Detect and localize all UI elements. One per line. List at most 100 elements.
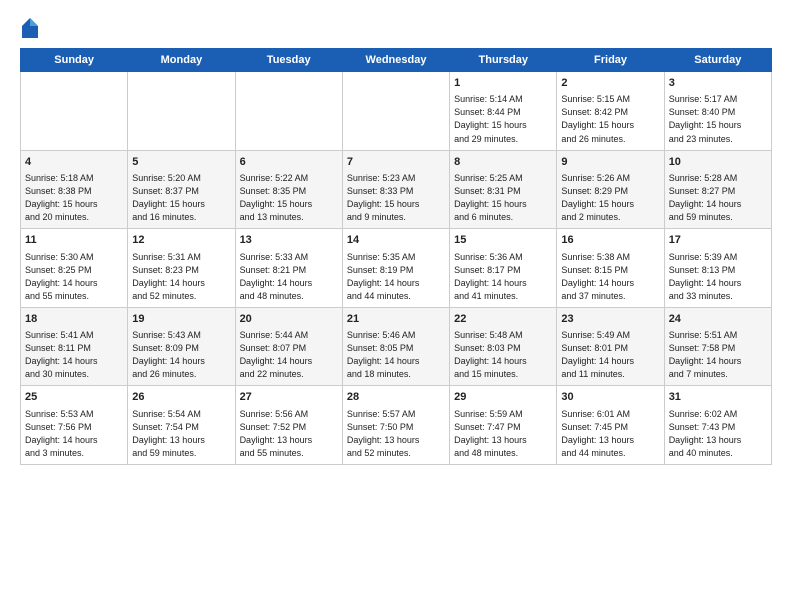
calendar-cell: 4 Sunrise: 5:18 AM Sunset: 8:38 PM Daylig…	[21, 150, 128, 229]
day-number: 25	[25, 390, 123, 405]
calendar-cell: 13 Sunrise: 5:33 AM Sunset: 8:21 PM Dayli…	[235, 229, 342, 308]
day-number: 17	[669, 233, 767, 248]
day-content: Sunrise: 5:38 AM Sunset: 8:15 PM Dayligh…	[561, 251, 659, 303]
day-number: 23	[561, 312, 659, 327]
day-number: 4	[25, 155, 123, 170]
day-number: 14	[347, 233, 445, 248]
calendar-cell: 29 Sunrise: 5:59 AM Sunset: 7:47 PM Dayli…	[450, 386, 557, 465]
day-number: 30	[561, 390, 659, 405]
day-number: 5	[132, 155, 230, 170]
calendar-cell	[21, 72, 128, 151]
day-content: Sunrise: 5:59 AM Sunset: 7:47 PM Dayligh…	[454, 408, 552, 460]
day-number: 28	[347, 390, 445, 405]
day-content: Sunrise: 5:35 AM Sunset: 8:19 PM Dayligh…	[347, 251, 445, 303]
day-content: Sunrise: 5:18 AM Sunset: 8:38 PM Dayligh…	[25, 172, 123, 224]
day-content: Sunrise: 5:54 AM Sunset: 7:54 PM Dayligh…	[132, 408, 230, 460]
calendar-cell: 10Sunrise: 5:28 AM Sunset: 8:27 PM Dayli…	[664, 150, 771, 229]
calendar-cell	[342, 72, 449, 151]
calendar-cell: 19Sunrise: 5:43 AM Sunset: 8:09 PM Dayli…	[128, 307, 235, 386]
day-number: 6	[240, 155, 338, 170]
calendar-cell	[235, 72, 342, 151]
day-header-saturday: Saturday	[664, 49, 771, 72]
day-content: Sunrise: 5:41 AM Sunset: 8:11 PM Dayligh…	[25, 329, 123, 381]
day-content: Sunrise: 5:33 AM Sunset: 8:21 PM Dayligh…	[240, 251, 338, 303]
day-content: Sunrise: 5:25 AM Sunset: 8:31 PM Dayligh…	[454, 172, 552, 224]
day-content: Sunrise: 5:30 AM Sunset: 8:25 PM Dayligh…	[25, 251, 123, 303]
days-header-row: SundayMondayTuesdayWednesdayThursdayFrid…	[21, 49, 772, 72]
day-content: Sunrise: 6:02 AM Sunset: 7:43 PM Dayligh…	[669, 408, 767, 460]
day-number: 3	[669, 76, 767, 91]
calendar-cell: 21 Sunrise: 5:46 AM Sunset: 8:05 PM Dayli…	[342, 307, 449, 386]
day-number: 15	[454, 233, 552, 248]
day-content: Sunrise: 5:23 AM Sunset: 8:33 PM Dayligh…	[347, 172, 445, 224]
calendar-cell: 17 Sunrise: 5:39 AM Sunset: 8:13 PM Dayli…	[664, 229, 771, 308]
day-header-sunday: Sunday	[21, 49, 128, 72]
day-number: 19	[132, 312, 230, 327]
calendar-cell: 2 Sunrise: 5:15 AM Sunset: 8:42 PM Daylig…	[557, 72, 664, 151]
day-content: Sunrise: 5:22 AM Sunset: 8:35 PM Dayligh…	[240, 172, 338, 224]
calendar-cell: 30Sunrise: 6:01 AM Sunset: 7:45 PM Dayli…	[557, 386, 664, 465]
calendar-cell: 9Sunrise: 5:26 AM Sunset: 8:29 PM Daylig…	[557, 150, 664, 229]
calendar-cell: 3 Sunrise: 5:17 AM Sunset: 8:40 PM Daylig…	[664, 72, 771, 151]
day-content: Sunrise: 5:39 AM Sunset: 8:13 PM Dayligh…	[669, 251, 767, 303]
day-number: 29	[454, 390, 552, 405]
day-content: Sunrise: 5:15 AM Sunset: 8:42 PM Dayligh…	[561, 93, 659, 145]
day-number: 1	[454, 76, 552, 91]
day-content: Sunrise: 5:53 AM Sunset: 7:56 PM Dayligh…	[25, 408, 123, 460]
day-content: Sunrise: 5:44 AM Sunset: 8:07 PM Dayligh…	[240, 329, 338, 381]
calendar-cell: 28 Sunrise: 5:57 AM Sunset: 7:50 PM Dayli…	[342, 386, 449, 465]
calendar-cell: 22 Sunrise: 5:48 AM Sunset: 8:03 PM Dayli…	[450, 307, 557, 386]
day-content: Sunrise: 5:48 AM Sunset: 8:03 PM Dayligh…	[454, 329, 552, 381]
day-header-thursday: Thursday	[450, 49, 557, 72]
calendar-cell: 16 Sunrise: 5:38 AM Sunset: 8:15 PM Dayli…	[557, 229, 664, 308]
day-content: Sunrise: 5:17 AM Sunset: 8:40 PM Dayligh…	[669, 93, 767, 145]
calendar-cell: 12 Sunrise: 5:31 AM Sunset: 8:23 PM Dayli…	[128, 229, 235, 308]
calendar-week-1: 1 Sunrise: 5:14 AM Sunset: 8:44 PM Daylig…	[21, 72, 772, 151]
calendar-cell: 25 Sunrise: 5:53 AM Sunset: 7:56 PM Dayli…	[21, 386, 128, 465]
day-number: 24	[669, 312, 767, 327]
day-header-tuesday: Tuesday	[235, 49, 342, 72]
calendar-cell: 7 Sunrise: 5:23 AM Sunset: 8:33 PM Daylig…	[342, 150, 449, 229]
calendar-cell: 11 Sunrise: 5:30 AM Sunset: 8:25 PM Dayli…	[21, 229, 128, 308]
day-header-monday: Monday	[128, 49, 235, 72]
calendar-cell: 1 Sunrise: 5:14 AM Sunset: 8:44 PM Daylig…	[450, 72, 557, 151]
calendar-week-3: 11 Sunrise: 5:30 AM Sunset: 8:25 PM Dayli…	[21, 229, 772, 308]
calendar-cell: 18Sunrise: 5:41 AM Sunset: 8:11 PM Dayli…	[21, 307, 128, 386]
calendar-cell	[128, 72, 235, 151]
calendar-cell: 31 Sunrise: 6:02 AM Sunset: 7:43 PM Dayli…	[664, 386, 771, 465]
day-number: 27	[240, 390, 338, 405]
page-header	[20, 16, 772, 40]
day-content: Sunrise: 5:49 AM Sunset: 8:01 PM Dayligh…	[561, 329, 659, 381]
day-number: 10	[669, 155, 767, 170]
calendar-cell: 20Sunrise: 5:44 AM Sunset: 8:07 PM Dayli…	[235, 307, 342, 386]
day-content: Sunrise: 5:31 AM Sunset: 8:23 PM Dayligh…	[132, 251, 230, 303]
day-number: 13	[240, 233, 338, 248]
calendar-cell: 24 Sunrise: 5:51 AM Sunset: 7:58 PM Dayli…	[664, 307, 771, 386]
day-number: 2	[561, 76, 659, 91]
day-number: 26	[132, 390, 230, 405]
day-number: 12	[132, 233, 230, 248]
day-content: Sunrise: 5:57 AM Sunset: 7:50 PM Dayligh…	[347, 408, 445, 460]
day-number: 16	[561, 233, 659, 248]
calendar-week-4: 18Sunrise: 5:41 AM Sunset: 8:11 PM Dayli…	[21, 307, 772, 386]
day-content: Sunrise: 5:46 AM Sunset: 8:05 PM Dayligh…	[347, 329, 445, 381]
calendar-cell: 26 Sunrise: 5:54 AM Sunset: 7:54 PM Dayli…	[128, 386, 235, 465]
day-number: 21	[347, 312, 445, 327]
day-number: 9	[561, 155, 659, 170]
calendar-page: SundayMondayTuesdayWednesdayThursdayFrid…	[0, 0, 792, 612]
day-number: 22	[454, 312, 552, 327]
calendar-cell: 27 Sunrise: 5:56 AM Sunset: 7:52 PM Dayli…	[235, 386, 342, 465]
day-number: 11	[25, 233, 123, 248]
day-content: Sunrise: 5:56 AM Sunset: 7:52 PM Dayligh…	[240, 408, 338, 460]
logo	[20, 16, 42, 40]
calendar-cell: 8 Sunrise: 5:25 AM Sunset: 8:31 PM Daylig…	[450, 150, 557, 229]
calendar-cell: 15Sunrise: 5:36 AM Sunset: 8:17 PM Dayli…	[450, 229, 557, 308]
day-content: Sunrise: 5:51 AM Sunset: 7:58 PM Dayligh…	[669, 329, 767, 381]
day-content: Sunrise: 5:14 AM Sunset: 8:44 PM Dayligh…	[454, 93, 552, 145]
calendar-cell: 6 Sunrise: 5:22 AM Sunset: 8:35 PM Daylig…	[235, 150, 342, 229]
day-number: 8	[454, 155, 552, 170]
day-number: 31	[669, 390, 767, 405]
calendar-week-2: 4 Sunrise: 5:18 AM Sunset: 8:38 PM Daylig…	[21, 150, 772, 229]
calendar-cell: 23 Sunrise: 5:49 AM Sunset: 8:01 PM Dayli…	[557, 307, 664, 386]
day-number: 7	[347, 155, 445, 170]
